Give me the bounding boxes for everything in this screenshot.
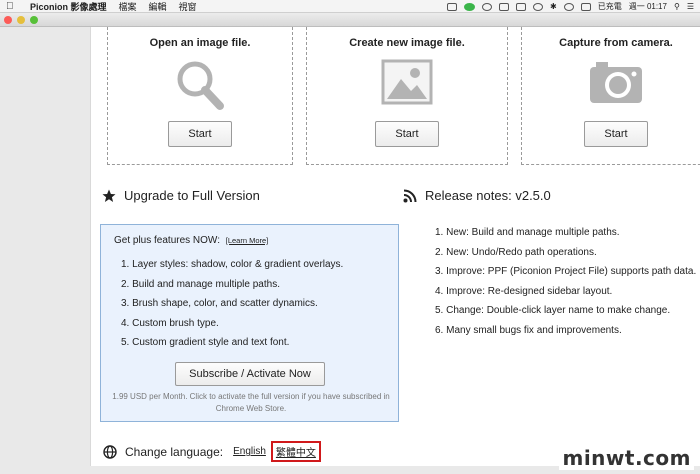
upgrade-lead-text: Get plus features NOW: [114,235,220,246]
language-row: Change language: English 繁體中文 [103,441,321,462]
mac-menubar:  Piconion 影像處理 檔案 編輯 視窗 ✱ 已充電 週一 01:17 … [0,0,700,13]
list-item: 6. Many small bugs fix and improvements. [435,324,622,336]
drive-icon[interactable] [499,2,510,11]
learn-more-link[interactable]: [Learn More] [226,236,269,245]
list-item: 3. Brush shape, color, and scatter dynam… [121,298,318,309]
list-item: 2. New: Undo/Redo path operations. [435,246,597,258]
maximize-window-button[interactable] [30,16,38,24]
close-window-button[interactable] [4,16,12,24]
battery-label: 已充電 [597,2,622,11]
minimize-window-button[interactable] [17,16,25,24]
subscribe-button[interactable]: Subscribe / Activate Now [175,362,325,386]
window-titlebar [0,13,700,27]
list-item: 5. Change: Double-click layer name to ma… [435,305,671,316]
open-image-card[interactable]: Open an image file. Start [107,27,293,165]
notification-center-icon[interactable]: ☰ [687,2,694,11]
bluetooth-icon[interactable]: ✱ [550,2,557,11]
list-item: 3. Improve: PPF (Piconion Project File) … [435,266,697,277]
capture-start-button[interactable]: Start [584,121,648,147]
card-title: Capture from camera. [559,37,673,49]
card-title: Open an image file. [149,37,251,49]
card-title: Create new image file. [349,37,465,49]
upgrade-panel: Get plus features NOW: [Learn More] 1. L… [100,224,399,422]
upgrade-lead: Get plus features NOW: [Learn More] [114,235,268,246]
language-traditional-chinese-link[interactable]: 繁體中文 [270,441,321,462]
new-image-start-button[interactable]: Start [375,121,439,147]
dropbox-icon[interactable] [533,2,544,11]
feature-list: 1. Layer styles: shadow, color & gradien… [121,259,343,357]
upload-icon[interactable] [516,2,527,11]
upgrade-heading: Upgrade to Full Version [102,188,260,203]
spotlight-icon[interactable]: ⚲ [674,2,680,11]
list-item: 1. New: Build and manage multiple paths. [435,227,620,238]
release-notes-list: 1. New: Build and manage multiple paths.… [435,227,700,344]
language-label: Change language: [125,444,224,459]
open-image-start-button[interactable]: Start [168,121,232,147]
image-icon [381,59,433,105]
capture-camera-card[interactable]: Capture from camera. Start [521,27,700,165]
menu-file[interactable]: 檔案 [119,0,137,13]
list-item: 4. Custom brush type. [121,317,219,329]
rss-icon [403,189,417,202]
star-icon [102,189,116,202]
new-image-card[interactable]: Create new image file. Start [306,27,508,165]
apple-menu-icon[interactable]:  [6,1,16,12]
status-area: ✱ 已充電 週一 01:17 ⚲ ☰ [447,0,694,13]
main-panel: Open an image file. Start Create new ima… [90,27,700,467]
upgrade-title: Upgrade to Full Version [124,188,260,203]
list-item: 5. Custom gradient style and text font. [121,337,290,348]
magnifier-icon [177,61,224,110]
sync-icon[interactable] [482,2,493,11]
site-watermark: minwt.com [559,446,694,470]
language-english-link[interactable]: English [233,446,266,457]
menu-edit[interactable]: 編輯 [149,0,167,13]
line-app-icon[interactable] [464,2,476,11]
camera-icon [590,62,642,103]
globe-icon [103,444,117,459]
airplay-icon[interactable] [447,2,458,11]
menu-window[interactable]: 視窗 [179,0,197,13]
list-item: 1. Layer styles: shadow, color & gradien… [121,259,344,270]
app-menu[interactable]: Piconion 影像處理 [30,0,107,13]
clock[interactable]: 週一 01:17 [629,1,667,12]
list-item: 4. Improve: Re-designed sidebar layout. [435,285,613,297]
wifi-icon[interactable] [563,2,574,11]
battery-icon[interactable] [580,2,591,11]
release-notes-heading: Release notes: v2.5.0 [403,188,551,203]
list-item: 2. Build and manage multiple paths. [121,278,280,290]
pricing-note: 1.99 USD per Month. Click to activate th… [112,392,390,413]
release-notes-title: Release notes: v2.5.0 [425,188,551,203]
